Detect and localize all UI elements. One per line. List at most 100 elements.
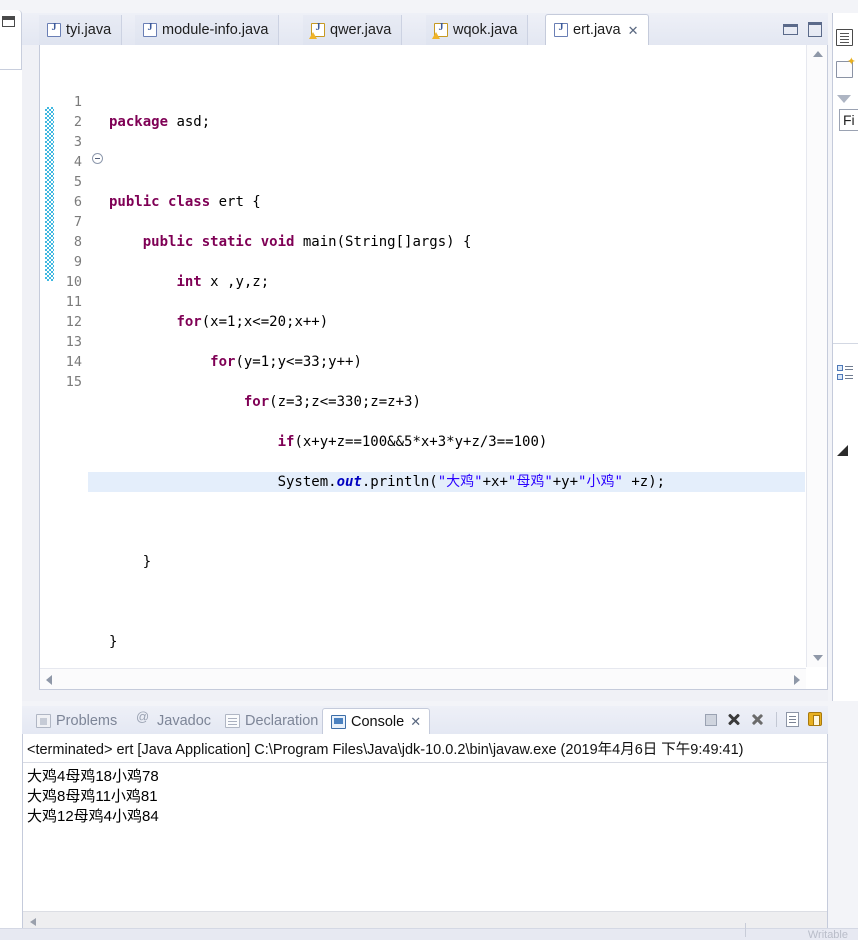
editor-area: tyi.java module-info.java qwer.java wqok… xyxy=(22,13,828,701)
javadoc-icon xyxy=(136,709,152,728)
close-icon[interactable]: ✕ xyxy=(410,714,421,730)
editor-vertical-scrollbar[interactable] xyxy=(806,45,827,667)
code-text[interactable]: package asd; public class ert { public s… xyxy=(88,45,805,667)
right-view-stack: Fi xyxy=(832,13,858,701)
view-tab-label: Console xyxy=(351,713,405,730)
minimize-icon[interactable] xyxy=(782,21,798,35)
panel-divider xyxy=(833,343,858,344)
left-edge-strip xyxy=(0,70,22,932)
line-number: 10 xyxy=(65,274,82,290)
code-line-4: public static void main(String[]args) { xyxy=(142,234,472,250)
left-view-stub[interactable] xyxy=(0,10,22,70)
toolbar-divider xyxy=(776,711,777,727)
line-number: 9 xyxy=(73,254,82,270)
line-number: 12 xyxy=(65,314,82,330)
view-menu-icon[interactable] xyxy=(836,29,853,46)
scroll-down-icon[interactable] xyxy=(813,655,823,661)
editor-tab-ert[interactable]: ert.java ✕ xyxy=(545,14,650,45)
scroll-left-icon[interactable] xyxy=(46,675,52,685)
line-number: 11 xyxy=(65,294,82,310)
resize-handle-icon[interactable] xyxy=(837,445,848,456)
console-icon xyxy=(331,714,346,729)
line-number: 2 xyxy=(73,114,82,130)
status-divider xyxy=(745,923,746,937)
remove-launch-icon[interactable] xyxy=(726,711,742,727)
line-number: 14 xyxy=(65,354,82,370)
editor-gutter[interactable]: 1 2 3 4 5 6 7 8 9 10 11 12 13 14 15 xyxy=(40,45,88,689)
java-file-icon xyxy=(47,22,61,37)
clear-console-icon[interactable] xyxy=(786,711,799,727)
code-line-5: int x ,y,z; xyxy=(176,274,270,290)
line-number: 15 xyxy=(65,374,82,390)
scroll-up-icon[interactable] xyxy=(813,51,823,57)
editor-horizontal-scrollbar[interactable] xyxy=(40,668,806,689)
console-output-line: 大鸡12母鸡4小鸡84 xyxy=(27,808,159,825)
status-bar: Writable xyxy=(0,923,858,940)
code-line-8: for(z=3;z<=330;z=z+3) xyxy=(243,394,421,410)
java-file-warning-icon xyxy=(309,22,325,39)
tab-console[interactable]: Console ✕ xyxy=(322,708,431,734)
tab-javadoc[interactable]: Javadoc xyxy=(129,708,219,734)
editor-tab-tyi[interactable]: tyi.java xyxy=(39,15,123,45)
scroll-left-icon[interactable] xyxy=(30,918,36,926)
editor-tab-wqok[interactable]: wqok.java xyxy=(426,15,529,45)
close-icon[interactable]: ✕ xyxy=(628,24,639,37)
new-task-icon[interactable] xyxy=(836,55,856,78)
line-number: 13 xyxy=(65,334,82,350)
console-output-line: 大鸡8母鸡11小鸡81 xyxy=(27,788,158,805)
editor-tab-label: ert.java xyxy=(573,22,621,38)
line-number: 8 xyxy=(73,234,82,250)
line-number: 5 xyxy=(73,174,82,190)
code-line-12: } xyxy=(109,554,152,570)
status-writable-label: Writable xyxy=(807,929,848,940)
console-output: 大鸡4母鸡18小鸡78 大鸡8母鸡11小鸡81 大鸡12母鸡4小鸡84 xyxy=(23,763,827,827)
console-launch-header: <terminated> ert [Java Application] C:\P… xyxy=(23,734,827,763)
tab-problems[interactable]: Problems xyxy=(28,708,125,734)
find-input[interactable]: Fi xyxy=(839,109,858,131)
maximize-icon[interactable] xyxy=(807,21,822,37)
editor-tab-label: wqok.java xyxy=(453,22,518,38)
editor-tab-qwer[interactable]: qwer.java xyxy=(303,15,403,45)
scroll-lock-icon[interactable] xyxy=(808,712,822,726)
editor-tab-label: tyi.java xyxy=(66,22,112,38)
code-line-7: for(y=1;y<=33;y++) xyxy=(210,354,362,370)
editor-tab-label: module-info.java xyxy=(162,22,269,38)
scroll-right-icon[interactable] xyxy=(794,675,800,685)
tab-declaration[interactable]: Declaration xyxy=(217,708,326,734)
line-number: 7 xyxy=(73,214,82,230)
editor-tab-module-info[interactable]: module-info.java xyxy=(135,15,280,45)
java-file-warning-icon xyxy=(432,22,448,39)
console-view[interactable]: <terminated> ert [Java Application] C:\P… xyxy=(22,734,828,932)
console-output-line: 大鸡4母鸡18小鸡78 xyxy=(27,768,159,785)
view-tab-bar: Problems Javadoc Declaration Console ✕ xyxy=(22,706,828,734)
problems-icon xyxy=(36,714,51,728)
code-line-1: package asd; xyxy=(109,114,211,130)
outline-icon[interactable] xyxy=(837,365,854,381)
code-line-10: System.out.println("大鸡"+x+"母鸡"+y+"小鸡" +z… xyxy=(88,472,805,492)
line-number-ruler: 1 2 3 4 5 6 7 8 9 10 11 12 13 14 15 xyxy=(40,45,88,392)
line-number: 6 xyxy=(73,194,82,210)
editor-window-controls xyxy=(782,21,822,37)
declaration-icon xyxy=(225,714,240,728)
code-line-14: } xyxy=(109,634,118,650)
line-number: 3 xyxy=(73,134,82,150)
code-line-6: for(x=1;x<=20;x++) xyxy=(176,314,329,330)
view-tab-label: Problems xyxy=(56,713,118,729)
terminate-icon[interactable] xyxy=(705,714,717,726)
line-number: 1 xyxy=(73,94,82,110)
view-tab-label: Javadoc xyxy=(157,713,212,729)
eclipse-ide-window: tyi.java module-info.java qwer.java wqok… xyxy=(0,0,858,940)
java-file-icon xyxy=(554,22,568,37)
line-number: 4 xyxy=(73,154,82,170)
editor-tab-label: qwer.java xyxy=(330,22,392,38)
restore-view-icon[interactable] xyxy=(2,16,15,27)
remove-all-terminated-icon[interactable] xyxy=(751,711,767,727)
console-toolbar xyxy=(705,711,822,727)
filter-icon[interactable] xyxy=(836,91,853,108)
java-file-icon xyxy=(143,22,157,37)
code-line-9: if(x+y+z==100&&5*x+3*y+z/3==100) xyxy=(277,434,548,450)
code-editor[interactable]: 1 2 3 4 5 6 7 8 9 10 11 12 13 14 15 pack… xyxy=(39,45,828,690)
